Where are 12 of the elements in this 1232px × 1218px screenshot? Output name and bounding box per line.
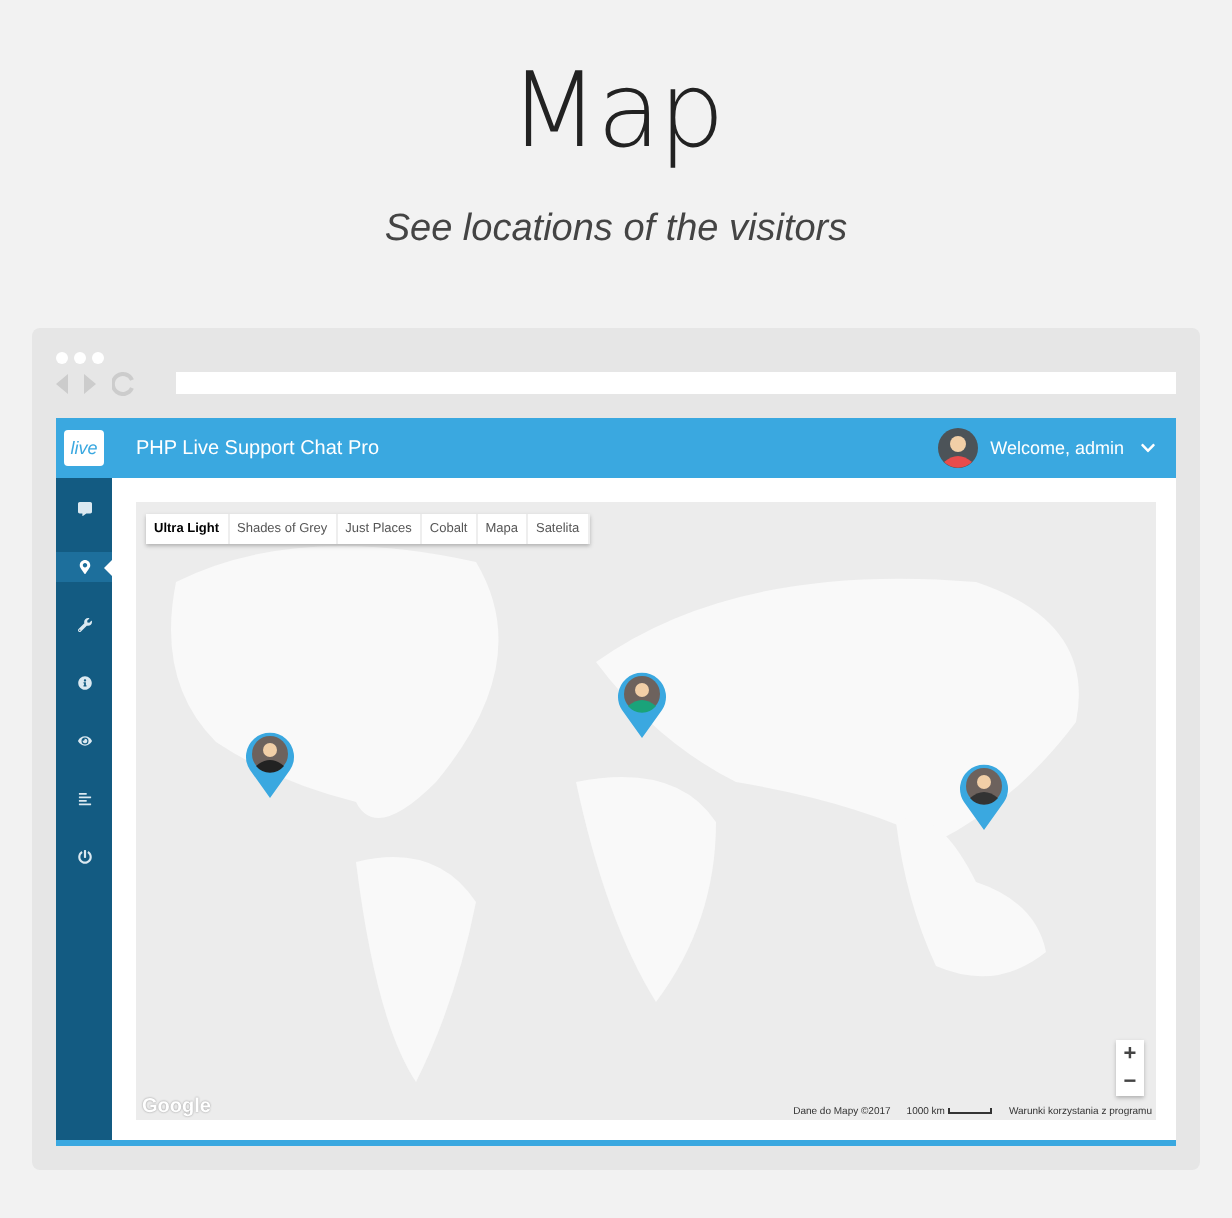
dropdown-caret-icon[interactable] [1140,440,1156,456]
pin-icon[interactable] [56,552,112,582]
zoom-out-button[interactable]: − [1116,1068,1144,1096]
window-dots-icon [56,351,104,363]
page-heading: Map [509,52,723,172]
visitor-pin-icon[interactable] [958,762,1010,830]
zoom-in-button[interactable]: + [1116,1040,1144,1068]
page-subtitle: See locations of the visitors [384,208,848,252]
avatar-icon [938,428,979,468]
app-title: PHP Live Support Chat Pro [136,437,382,459]
visitor-pin-icon[interactable] [244,730,296,798]
app-logo: live [64,430,104,466]
